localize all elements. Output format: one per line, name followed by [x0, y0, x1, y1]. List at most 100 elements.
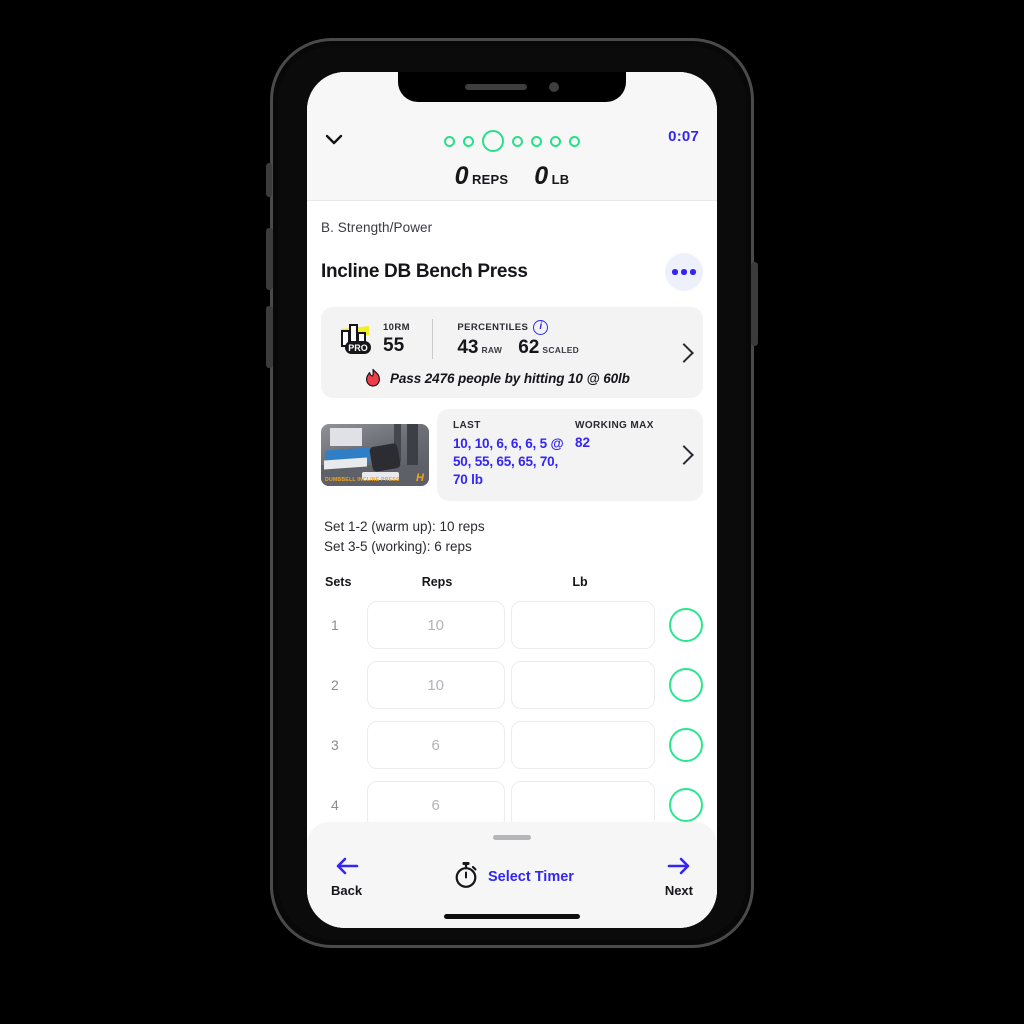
last-label: LAST — [453, 420, 481, 431]
select-timer-label: Select Timer — [487, 869, 574, 885]
set-index: 3 — [331, 737, 339, 754]
pro-stats-card[interactable]: PRO 10RM 55 PERCENTILES i 43 RAW 62 SCAL… — [321, 307, 703, 398]
phone-volume-down-button[interactable] — [266, 306, 273, 368]
progress-dot[interactable] — [463, 135, 474, 147]
set-index: 2 — [331, 677, 339, 694]
header-top-row: 0:07 — [307, 122, 717, 156]
progress-dot[interactable] — [569, 135, 580, 147]
phone-volume-up-button[interactable] — [266, 228, 273, 290]
chevron-right-icon[interactable] — [674, 342, 694, 363]
progress-dot[interactable] — [512, 135, 523, 147]
stopwatch-icon — [453, 861, 479, 894]
more-options-button[interactable] — [665, 253, 703, 291]
reps-input[interactable]: 6 — [366, 721, 505, 770]
last-value: 10, 10, 6, 6, 6, 5 @ 50, 55, 65, 65, 70,… — [453, 436, 564, 488]
thumb-athlete-shape — [368, 442, 401, 472]
set-complete-toggle[interactable] — [669, 788, 703, 823]
set-complete-toggle[interactable] — [669, 728, 703, 763]
thumbnail-logo: H — [416, 471, 424, 484]
progress-dot-current[interactable] — [482, 130, 504, 152]
select-timer-button[interactable]: Select Timer — [453, 861, 574, 894]
next-label: Next — [664, 883, 693, 898]
reps-input[interactable]: 10 — [366, 661, 505, 710]
stats-card-top-row: PRO 10RM 55 PERCENTILES i 43 RAW 62 SCAL… — [333, 319, 694, 363]
phone-silent-switch[interactable] — [266, 163, 272, 197]
total-reps-value: 0 — [454, 162, 469, 190]
prescription-line: Set 1-2 (warm up): 10 reps — [324, 518, 485, 534]
total-weight-unit: LB — [551, 172, 570, 187]
progress-dot[interactable] — [444, 135, 455, 147]
info-icon[interactable]: i — [533, 319, 549, 335]
promo-row: Pass 2476 people by hitting 10 @ 60lb — [333, 368, 691, 388]
workout-section-label: B. Strength/Power — [321, 220, 433, 235]
phone-screen: 0:07 0 REPS 0 LB B. Strength/Power Incli… — [307, 72, 717, 928]
set-table-header: Sets Reps Lb — [321, 575, 703, 589]
set-row: 1 10 — [321, 601, 703, 650]
percentile-raw-label: RAW — [481, 344, 503, 355]
percentile-raw: 43 RAW — [457, 337, 502, 359]
last-performance-card[interactable]: DUMBBELL INCLINE PRESS H LAST 10, 10, 6,… — [321, 409, 703, 501]
svg-text:PRO: PRO — [348, 343, 368, 353]
thumbnail-caption: DUMBBELL INCLINE PRESS — [325, 476, 400, 483]
phone-notch — [398, 72, 626, 102]
weight-input[interactable] — [510, 601, 655, 650]
pro-bar-chart-icon: PRO — [333, 321, 377, 357]
working-max-column: WORKING MAX 82 — [575, 420, 654, 490]
set-complete-toggle[interactable] — [669, 668, 703, 703]
bottom-bar-items: Back Select Timer Next — [307, 856, 717, 898]
percentile-raw-value: 43 — [457, 336, 479, 358]
total-reps-unit: REPS — [472, 172, 509, 187]
stats-divider — [431, 319, 434, 359]
flame-icon — [363, 368, 383, 388]
percentile-scaled: 62 SCALED — [518, 337, 579, 359]
home-indicator[interactable] — [444, 914, 580, 919]
total-weight-metric: 0 LB — [534, 162, 569, 191]
total-weight-value: 0 — [534, 162, 548, 190]
chevron-right-icon[interactable] — [674, 444, 694, 465]
progress-dot[interactable] — [531, 135, 542, 147]
dot-glyph — [690, 269, 696, 275]
sheet-grabber-handle[interactable] — [493, 835, 531, 840]
working-max-label: WORKING MAX — [575, 420, 654, 431]
percentile-scaled-label: SCALED — [542, 344, 580, 355]
last-column: LAST 10, 10, 6, 6, 6, 5 @ 50, 55, 65, 65… — [453, 420, 575, 490]
phone-power-button[interactable] — [751, 262, 758, 346]
percentiles-group: PERCENTILES i 43 RAW 62 SCALED — [457, 319, 579, 359]
total-reps-metric: 0 REPS — [455, 162, 509, 191]
percentile-values: 43 RAW 62 SCALED — [457, 337, 579, 359]
set-row: 36 — [321, 721, 703, 770]
set-complete-toggle[interactable] — [669, 608, 703, 643]
next-button[interactable]: Next — [665, 856, 693, 898]
screenshot-canvas: 0:07 0 REPS 0 LB B. Strength/Power Incli… — [0, 0, 1024, 1024]
back-button[interactable]: Back — [331, 856, 362, 898]
reps-input[interactable]: 10 — [366, 601, 505, 650]
set-index: 1 — [331, 617, 339, 634]
bottom-action-bar: Back Select Timer Next — [307, 822, 717, 928]
set-prescription: Set 1-2 (warm up): 10 reps Set 3-5 (work… — [321, 517, 703, 558]
last-performance-info[interactable]: LAST 10, 10, 6, 6, 6, 5 @ 50, 55, 65, 65… — [437, 409, 703, 501]
dot-glyph — [672, 269, 678, 275]
collapse-icon[interactable] — [322, 127, 346, 151]
thumb-wall-shape — [329, 427, 363, 447]
arrow-left-icon — [334, 856, 360, 881]
last-columns: LAST 10, 10, 6, 6, 6, 5 @ 50, 55, 65, 65… — [453, 420, 669, 490]
rm-label: 10RM — [383, 321, 410, 333]
promo-text: Pass 2476 people by hitting 10 @ 60lb — [390, 370, 630, 386]
exercise-title-row: Incline DB Bench Press — [321, 253, 703, 291]
percentiles-header: PERCENTILES i — [457, 319, 579, 335]
prescription-line: Set 3-5 (working): 6 reps — [324, 538, 472, 554]
rm-stat-group: 10RM 55 — [383, 322, 410, 357]
elapsed-timer: 0:07 — [668, 128, 699, 145]
progress-dot[interactable] — [550, 135, 561, 147]
set-progress-dots[interactable] — [444, 130, 580, 152]
thumb-rack-shape — [407, 423, 419, 468]
weight-input[interactable] — [510, 721, 655, 770]
column-header-reps: Reps — [421, 575, 453, 590]
set-index: 4 — [331, 797, 339, 814]
exercise-detail-panel: B. Strength/Power Incline DB Bench Press — [307, 202, 717, 928]
exercise-video-thumbnail[interactable]: DUMBBELL INCLINE PRESS H — [321, 423, 429, 486]
weight-input[interactable] — [510, 661, 655, 710]
header-metrics-row: 0 REPS 0 LB — [307, 162, 717, 191]
percentile-scaled-value: 62 — [518, 336, 540, 358]
arrow-right-icon — [666, 856, 692, 881]
